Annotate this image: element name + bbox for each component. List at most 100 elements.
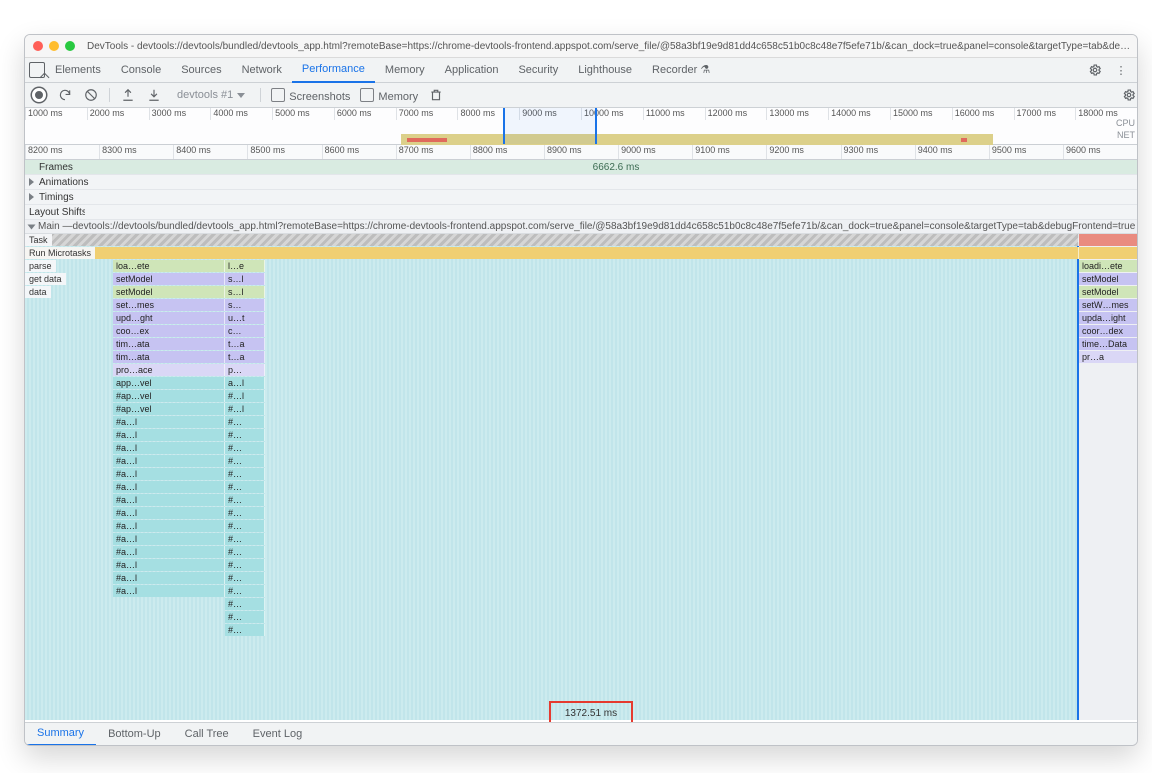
flame-entry[interactable]: #…l bbox=[225, 403, 265, 415]
record-button[interactable] bbox=[31, 87, 47, 103]
flame-entry[interactable]: a…l bbox=[225, 377, 265, 389]
layout-shifts-track[interactable]: Layout Shifts bbox=[25, 205, 1137, 220]
flame-entry[interactable]: coo…ex bbox=[113, 325, 225, 337]
flame-chart[interactable]: loadi…etesetModelsetModelsetW…mesupda…ig… bbox=[25, 234, 1137, 720]
frames-duration-label: 6662.6 ms bbox=[95, 162, 1137, 173]
flame-entry[interactable]: setModel bbox=[113, 286, 225, 298]
flame-entry[interactable]: #ap…vel bbox=[113, 390, 225, 402]
detail-tab-bottom-up[interactable]: Bottom-Up bbox=[96, 723, 173, 745]
flame-entry[interactable]: #… bbox=[225, 624, 265, 636]
traffic-zoom-icon[interactable] bbox=[65, 41, 75, 51]
tab-application[interactable]: Application bbox=[435, 58, 509, 82]
flame-entry[interactable]: loa…ete bbox=[113, 260, 225, 272]
detail-tab-event-log[interactable]: Event Log bbox=[241, 723, 315, 745]
main-thread-header[interactable]: Main — devtools://devtools/bundled/devto… bbox=[25, 220, 1137, 234]
flame-entry[interactable]: #a…l bbox=[113, 507, 225, 519]
flame-entry[interactable]: #a…l bbox=[113, 585, 225, 597]
flame-entry[interactable]: #… bbox=[225, 494, 265, 506]
overview-tick: 7000 ms bbox=[396, 108, 458, 120]
flame-entry[interactable]: #… bbox=[225, 611, 265, 623]
disclosure-triangle-icon[interactable] bbox=[28, 224, 36, 229]
flame-entry[interactable]: #a…l bbox=[113, 429, 225, 441]
flame-entry[interactable]: #… bbox=[225, 507, 265, 519]
flame-entry[interactable]: #a…l bbox=[113, 520, 225, 532]
flame-entry[interactable]: #… bbox=[225, 533, 265, 545]
traffic-minimize-icon[interactable] bbox=[49, 41, 59, 51]
flame-entry[interactable]: upd…ght bbox=[113, 312, 225, 324]
detail-tab-summary[interactable]: Summary bbox=[25, 722, 96, 746]
flame-entry[interactable]: #… bbox=[225, 572, 265, 584]
flame-entry[interactable]: s… bbox=[225, 299, 265, 311]
overview-selection[interactable] bbox=[503, 108, 597, 144]
flame-entry[interactable]: #… bbox=[225, 559, 265, 571]
flame-entry[interactable]: #a…l bbox=[113, 481, 225, 493]
flame-entry[interactable]: c… bbox=[225, 325, 265, 337]
flame-entry[interactable]: #… bbox=[225, 429, 265, 441]
flame-entry[interactable]: #… bbox=[225, 598, 265, 610]
tab-sources[interactable]: Sources bbox=[171, 58, 231, 82]
flame-entry[interactable]: #… bbox=[225, 585, 265, 597]
timings-track[interactable]: Timings bbox=[25, 190, 1137, 205]
flame-entry[interactable]: #a…l bbox=[113, 442, 225, 454]
flame-entry[interactable]: set…mes bbox=[113, 299, 225, 311]
settings-gear-icon[interactable] bbox=[1087, 62, 1103, 78]
flame-entry[interactable]: #a…l bbox=[113, 559, 225, 571]
flame-entry[interactable]: #a…l bbox=[113, 546, 225, 558]
flame-entry[interactable]: pro…ace bbox=[113, 364, 225, 376]
flame-entry[interactable]: app…vel bbox=[113, 377, 225, 389]
screenshots-checkbox[interactable]: Screenshots bbox=[271, 88, 350, 103]
profile-select[interactable]: devtools #1 bbox=[172, 88, 250, 102]
detail-tab-call-tree[interactable]: Call Tree bbox=[173, 723, 241, 745]
flame-entry[interactable]: #a…l bbox=[113, 533, 225, 545]
flame-entry[interactable]: #… bbox=[225, 416, 265, 428]
tab-recorder[interactable]: Recorder ⚗ bbox=[642, 58, 720, 82]
reload-record-button[interactable] bbox=[57, 87, 73, 103]
flame-entry[interactable]: #… bbox=[225, 468, 265, 480]
flame-entry[interactable]: #… bbox=[225, 481, 265, 493]
flame-entry[interactable]: #…l bbox=[225, 390, 265, 402]
overview-timeline[interactable]: 1000 ms2000 ms3000 ms4000 ms5000 ms6000 … bbox=[25, 108, 1137, 145]
download-profile-button[interactable] bbox=[146, 87, 162, 103]
flame-entry[interactable]: tim…ata bbox=[113, 338, 225, 350]
tab-memory[interactable]: Memory bbox=[375, 58, 435, 82]
flame-entry[interactable]: tim…ata bbox=[113, 351, 225, 363]
garbage-collect-icon[interactable] bbox=[428, 87, 444, 103]
flame-entry[interactable]: #… bbox=[225, 455, 265, 467]
tab-console[interactable]: Console bbox=[111, 58, 171, 82]
flame-entry[interactable]: #a…l bbox=[113, 494, 225, 506]
disclosure-triangle-icon[interactable] bbox=[29, 193, 34, 201]
tab-network[interactable]: Network bbox=[232, 58, 292, 82]
upload-profile-button[interactable] bbox=[120, 87, 136, 103]
flame-entry[interactable]: #… bbox=[225, 442, 265, 454]
flame-entry[interactable]: p… bbox=[225, 364, 265, 376]
flame-entry[interactable]: t…a bbox=[225, 351, 265, 363]
flame-entry[interactable]: #… bbox=[225, 520, 265, 532]
inspect-element-icon[interactable] bbox=[29, 62, 45, 78]
flame-entry[interactable]: #… bbox=[225, 546, 265, 558]
tab-security[interactable]: Security bbox=[508, 58, 568, 82]
kebab-menu-icon[interactable]: ⋮ bbox=[1113, 62, 1129, 78]
flame-entry[interactable]: #a…l bbox=[113, 572, 225, 584]
perf-settings-gear-icon[interactable] bbox=[1121, 87, 1137, 103]
memory-checkbox[interactable]: Memory bbox=[360, 88, 418, 103]
flame-entry[interactable]: s…l bbox=[225, 286, 265, 298]
disclosure-triangle-icon[interactable] bbox=[29, 178, 34, 186]
flame-ruler[interactable]: 8200 ms8300 ms8400 ms8500 ms8600 ms8700 … bbox=[25, 145, 1137, 160]
traffic-close-icon[interactable] bbox=[33, 41, 43, 51]
flame-entry[interactable]: l…e bbox=[225, 260, 265, 272]
flame-entry[interactable]: #a…l bbox=[113, 468, 225, 480]
tab-elements[interactable]: Elements bbox=[45, 58, 111, 82]
tab-lighthouse[interactable]: Lighthouse bbox=[568, 58, 642, 82]
clear-button[interactable] bbox=[83, 87, 99, 103]
flame-entry[interactable]: #a…l bbox=[113, 416, 225, 428]
flame-entry[interactable]: setModel bbox=[113, 273, 225, 285]
ruler-tick: 9600 ms bbox=[1063, 145, 1137, 159]
flame-entry[interactable]: s…l bbox=[225, 273, 265, 285]
flame-entry[interactable]: t…a bbox=[225, 338, 265, 350]
frames-track[interactable]: Frames 6662.6 ms bbox=[25, 160, 1137, 175]
animations-track[interactable]: Animations bbox=[25, 175, 1137, 190]
flame-entry[interactable]: #ap…vel bbox=[113, 403, 225, 415]
flame-entry[interactable]: #a…l bbox=[113, 455, 225, 467]
tab-performance[interactable]: Performance bbox=[292, 57, 375, 83]
flame-entry[interactable]: u…t bbox=[225, 312, 265, 324]
